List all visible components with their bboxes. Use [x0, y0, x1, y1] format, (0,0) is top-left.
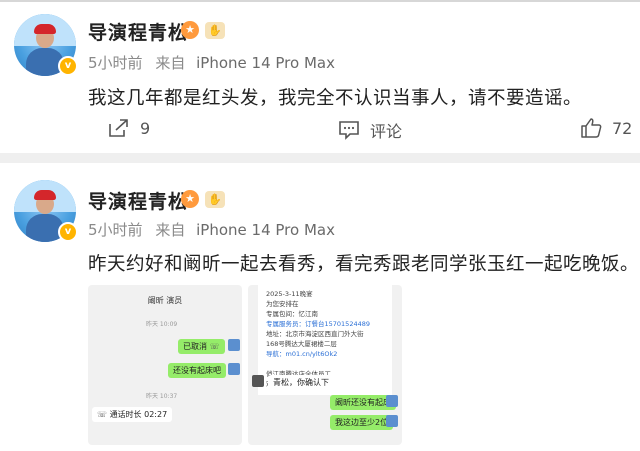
post-device: iPhone 14 Pro Max — [196, 54, 335, 72]
chat-message-text: 阚昕还没有起床 — [335, 398, 391, 407]
chat-avatar — [386, 415, 398, 427]
chat-timestamp: 昨天 10:37 — [146, 393, 178, 400]
card-line: 导航：m01.cn/ylt6Ok2 — [266, 350, 338, 358]
repost-icon — [109, 119, 128, 137]
comment-icon — [339, 121, 359, 140]
post-meta: 5小时前 来自 iPhone 14 Pro Max — [88, 52, 335, 73]
author-name[interactable]: 导演程青松 — [88, 187, 188, 214]
fan-badge-icon: ✋ — [205, 191, 225, 208]
chat-title: 阚昕 演员 — [147, 296, 183, 305]
chat-message-text: 青松，你确认下 — [273, 378, 329, 387]
post-device: iPhone 14 Pro Max — [196, 221, 335, 239]
like-count: 72 — [612, 118, 633, 138]
verified-badge-icon: v — [58, 222, 78, 242]
card-line: 2025-3-11晚宴 — [266, 290, 313, 298]
post-time: 5小时前 — [88, 221, 143, 239]
thumbs-up-icon — [581, 118, 602, 138]
post-text: 我这几年都是红头发，我完全不认识当事人，请不要造谣。 — [88, 88, 583, 109]
chat-avatar — [228, 339, 240, 351]
card-line: 专属包间：忆江南 — [266, 310, 318, 318]
card-line: 地址：北京市海淀区西直门外大街 — [266, 330, 364, 338]
card-line — [266, 359, 384, 369]
chat-avatar — [252, 375, 264, 387]
repost-count: 9 — [140, 118, 151, 138]
author-name[interactable]: 导演程青松 — [88, 18, 188, 45]
comment-label: 评论 — [370, 122, 403, 141]
chat-message: 我这边至少2位 — [330, 415, 394, 430]
chat-screenshot-left[interactable]: 阚昕 演员 昨天 10:09 已取消 ☏ 还没有起床吧 昨天 10:37 ☏ 通… — [88, 285, 242, 445]
chat-message-text: 已取消 — [183, 342, 207, 351]
fan-badge-icon: ✋ — [205, 22, 225, 39]
like-button[interactable]: 72 — [580, 118, 632, 138]
comment-button[interactable]: 评论 — [338, 118, 402, 142]
post-meta: 5小时前 来自 iPhone 14 Pro Max — [88, 219, 335, 240]
post-time: 5小时前 — [88, 54, 143, 72]
chat-message-text: 还没有起床吧 — [173, 366, 221, 375]
weibo-post-2: v 导演程青松 ★ ✋ 5小时前 来自 iPhone 14 Pro Max 昨天… — [0, 163, 640, 451]
call-duration: 通话时长 02:27 — [109, 410, 168, 419]
weibo-post-1: v 导演程青松 ★ ✋ 5小时前 来自 iPhone 14 Pro Max 我这… — [0, 0, 640, 150]
verified-badge-icon: v — [58, 56, 78, 76]
card-line: 168号腾达大厦裙楼二层 — [266, 340, 337, 348]
level-badge-icon: ★ — [181, 190, 199, 208]
chat-screenshot-right[interactable]: 2025-3-11晚宴 为您安排在 专属包间：忆江南 专属服务员：订餐台1570… — [248, 285, 402, 445]
post-source-label: 来自 — [155, 221, 186, 239]
chat-avatar — [386, 395, 398, 407]
card-line: 专属服务员：订餐台15701524489 — [266, 320, 370, 328]
repost-button[interactable]: 9 — [108, 118, 150, 138]
card-line: 为您安排在 — [266, 300, 299, 308]
post-divider — [0, 153, 640, 163]
post-text: 昨天约好和阚昕一起去看秀，看完秀跟老同学张玉红一起吃晚饭。 — [88, 254, 640, 275]
chat-message: 青松，你确认下 — [268, 375, 334, 390]
chat-avatar — [228, 363, 240, 375]
chat-message-text: 我这边至少2位 — [335, 418, 389, 427]
chat-message: 已取消 ☏ — [178, 339, 225, 354]
level-badge-icon: ★ — [181, 21, 199, 39]
post-actions: 9 评论 72 — [0, 118, 640, 146]
chat-call-record: ☏ 通话时长 02:27 — [92, 407, 173, 422]
chat-message: 还没有起床吧 — [168, 363, 226, 378]
post-source-label: 来自 — [155, 54, 186, 72]
chat-timestamp: 昨天 10:09 — [146, 321, 178, 328]
